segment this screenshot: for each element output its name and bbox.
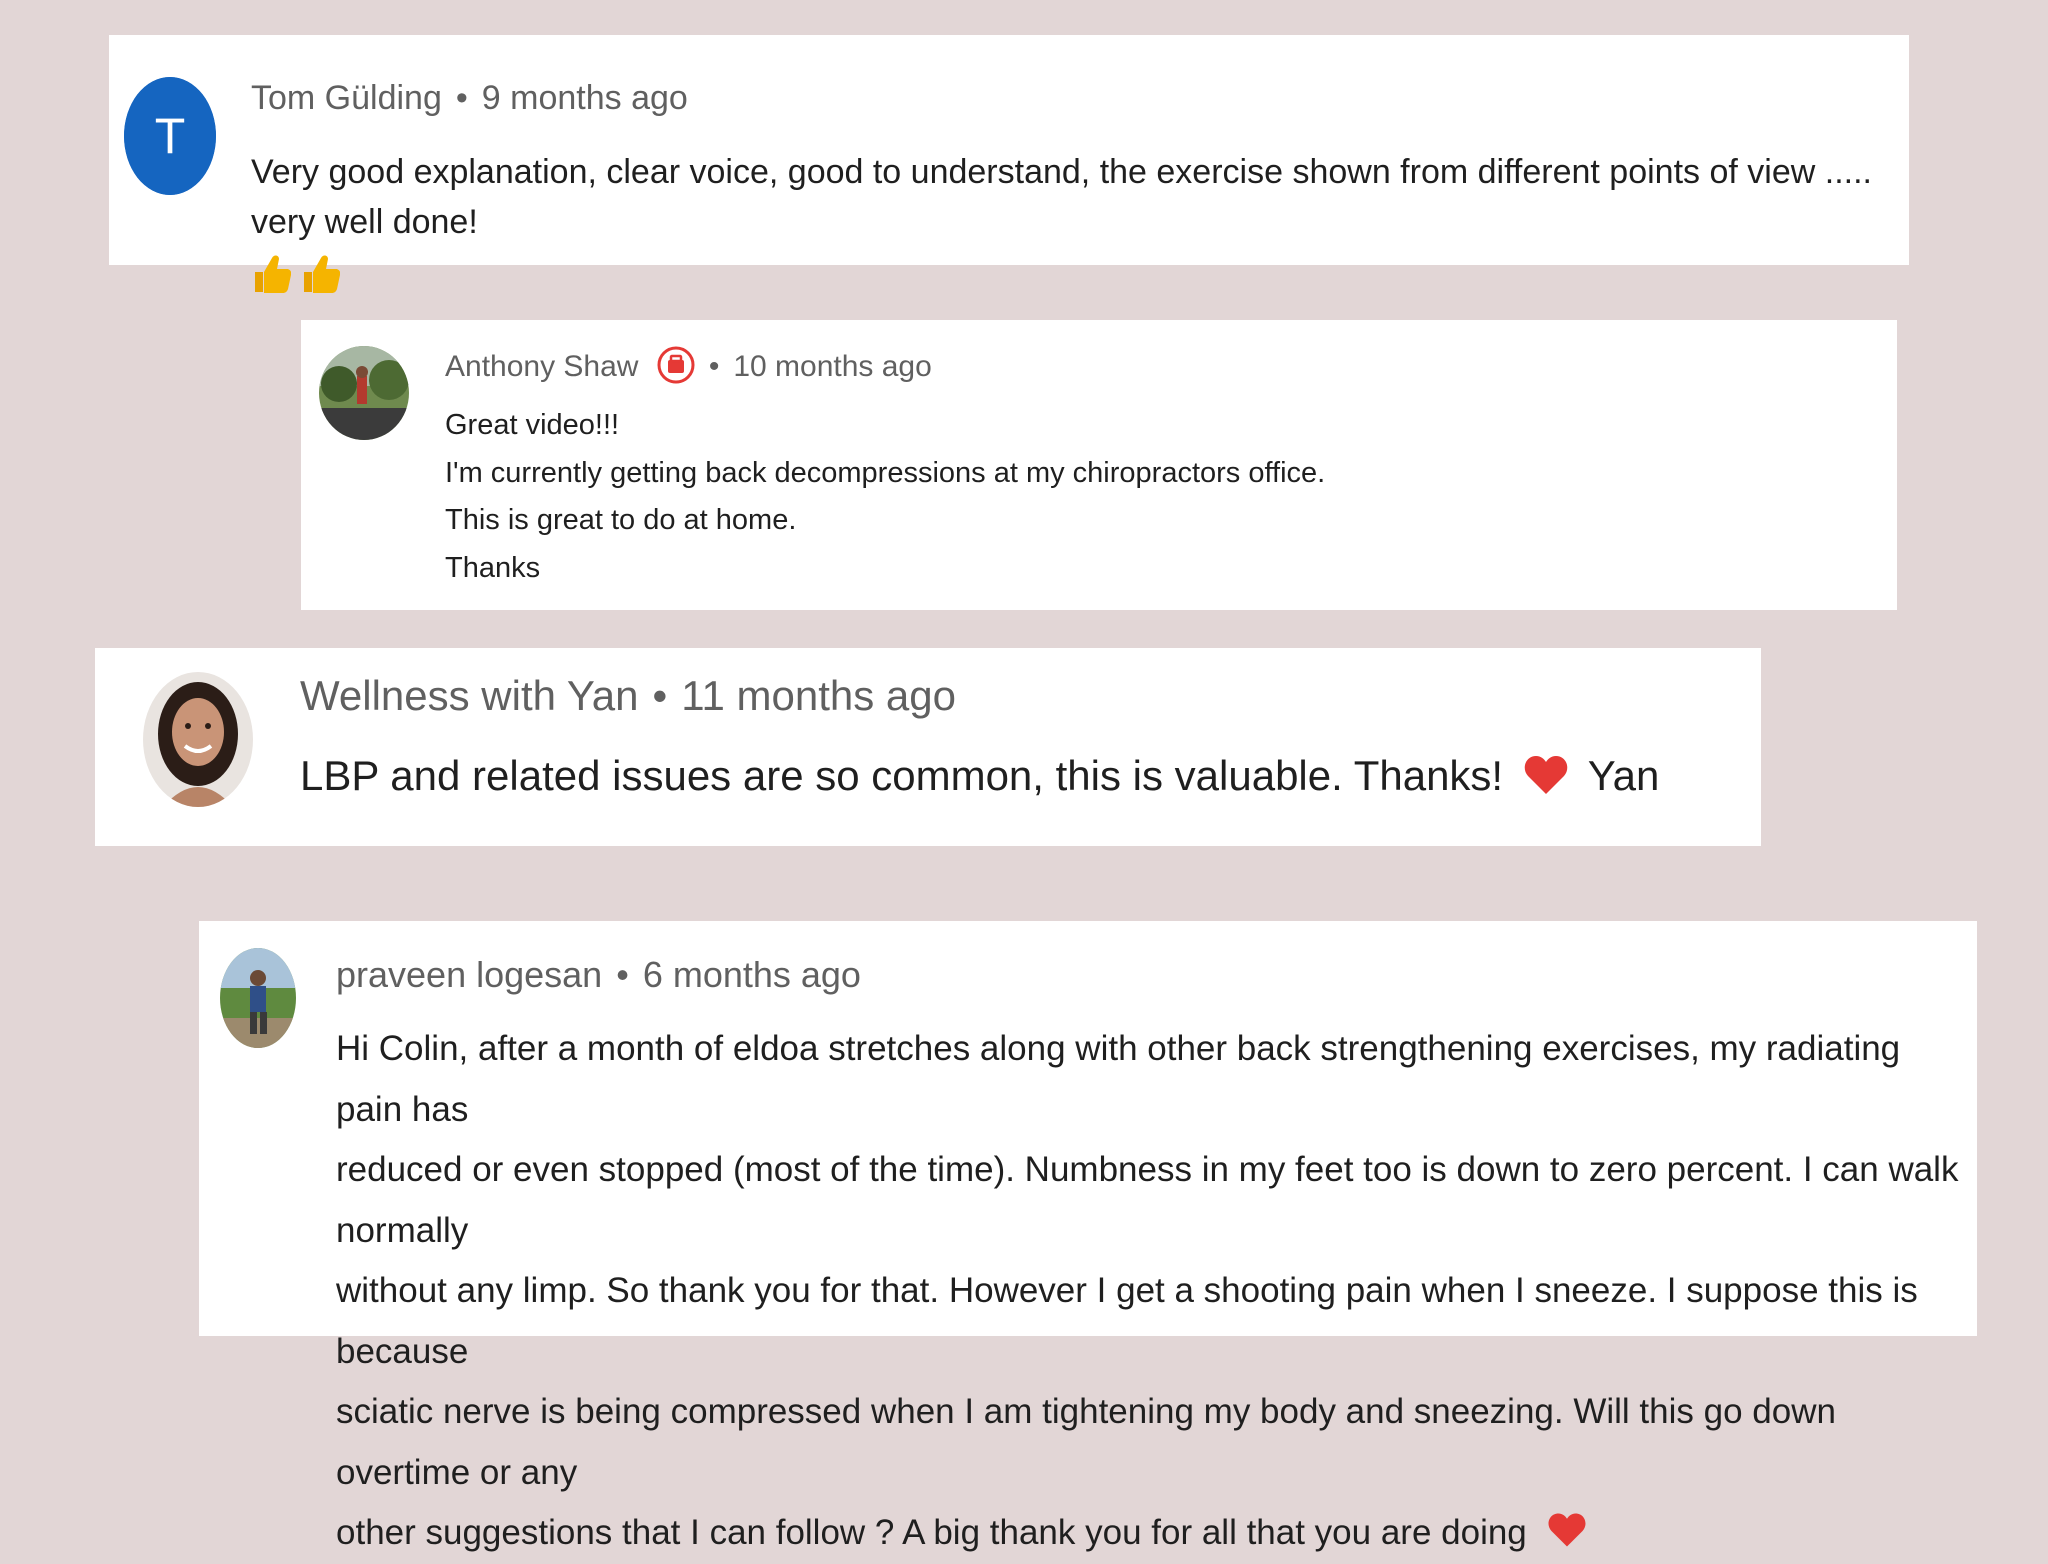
comment-time[interactable]: 6 months ago bbox=[643, 954, 861, 995]
comment-meta: Anthony Shaw • 10 months ago bbox=[445, 346, 932, 384]
comment-line: Very good explanation, clear voice, good… bbox=[251, 153, 1872, 241]
separator-dot: • bbox=[455, 79, 468, 117]
author-name[interactable]: praveen logesan bbox=[336, 954, 602, 995]
avatar[interactable]: T bbox=[124, 77, 216, 195]
comment-meta: praveen logesan • 6 months ago bbox=[336, 954, 861, 996]
comment-line: reduced or even stopped (most of the tim… bbox=[336, 1150, 1959, 1250]
comment-card-yan: Wellness with Yan • 11 months ago LBP and … bbox=[95, 648, 1761, 846]
avatar[interactable] bbox=[319, 346, 409, 440]
comment-meta: Wellness with Yan • 11 months ago bbox=[300, 672, 956, 720]
comment-line: Hi Colin, after a month of eldoa stretch… bbox=[336, 1029, 1901, 1129]
comment-text: Very good explanation, clear voice, good… bbox=[251, 147, 1891, 297]
author-name[interactable]: Anthony Shaw bbox=[445, 350, 638, 383]
comment-time[interactable]: 9 months ago bbox=[482, 79, 688, 117]
comment-line: LBP and related issues are so common, th… bbox=[300, 752, 1504, 799]
avatar-photo-icon bbox=[220, 948, 296, 1048]
avatar-photo-icon bbox=[143, 672, 253, 807]
thumbs-up-icon bbox=[304, 255, 341, 294]
comment-card-tom: T Tom Gülding • 9 months ago Very good exp… bbox=[109, 35, 1909, 294]
thumbs-up-icon bbox=[255, 255, 291, 294]
comment-card-praveen: praveen logesan • 6 months ago Hi Colin, a… bbox=[199, 921, 1977, 1552]
svg-text:T: T bbox=[155, 108, 186, 164]
comment-line: without any limp. So thank you for that.… bbox=[336, 1271, 1918, 1371]
heart-icon bbox=[1524, 756, 1568, 794]
avatar-letter-icon: T bbox=[124, 77, 216, 195]
comment-time[interactable]: 10 months ago bbox=[733, 350, 931, 383]
avatar-photo-icon bbox=[319, 346, 409, 440]
comment-line: This is great to do at home. bbox=[445, 504, 797, 536]
comment-text: Hi Colin, after a month of eldoa stretch… bbox=[336, 1019, 1961, 1564]
comment-line: Thanks bbox=[445, 551, 541, 584]
author-name[interactable]: Wellness with Yan bbox=[300, 672, 639, 719]
emoji-row bbox=[251, 247, 1891, 297]
comment-time[interactable]: 11 months ago bbox=[681, 672, 956, 719]
author-name[interactable]: Tom Gülding bbox=[251, 79, 442, 117]
comment-signature: Yan bbox=[1587, 752, 1660, 799]
comment-line: other suggestions that I can follow ? A … bbox=[336, 1513, 1527, 1552]
comment-line: I'm currently getting back decompression… bbox=[445, 456, 1326, 489]
heart-icon bbox=[1548, 1513, 1586, 1547]
avatar[interactable] bbox=[220, 948, 296, 1048]
separator-dot: • bbox=[652, 672, 668, 719]
avatar[interactable] bbox=[143, 672, 253, 807]
comment-text: LBP and related issues are so common, th… bbox=[300, 752, 1659, 800]
comment-line: Great video!!! bbox=[445, 409, 620, 441]
comment-meta: Tom Gülding • 9 months ago bbox=[251, 79, 688, 118]
separator-dot: • bbox=[708, 350, 720, 383]
comment-line: sciatic nerve is being compressed when I… bbox=[336, 1392, 1836, 1492]
comment-card-anthony: Anthony Shaw • 10 months ago Great video!… bbox=[301, 320, 1897, 610]
comment-text: Great video!!! I'm currently getting bac… bbox=[445, 402, 1325, 592]
member-badge-icon bbox=[657, 346, 695, 384]
comment-line-last: other suggestions that I can follow ? A … bbox=[336, 1503, 1961, 1564]
separator-dot: • bbox=[616, 954, 629, 995]
